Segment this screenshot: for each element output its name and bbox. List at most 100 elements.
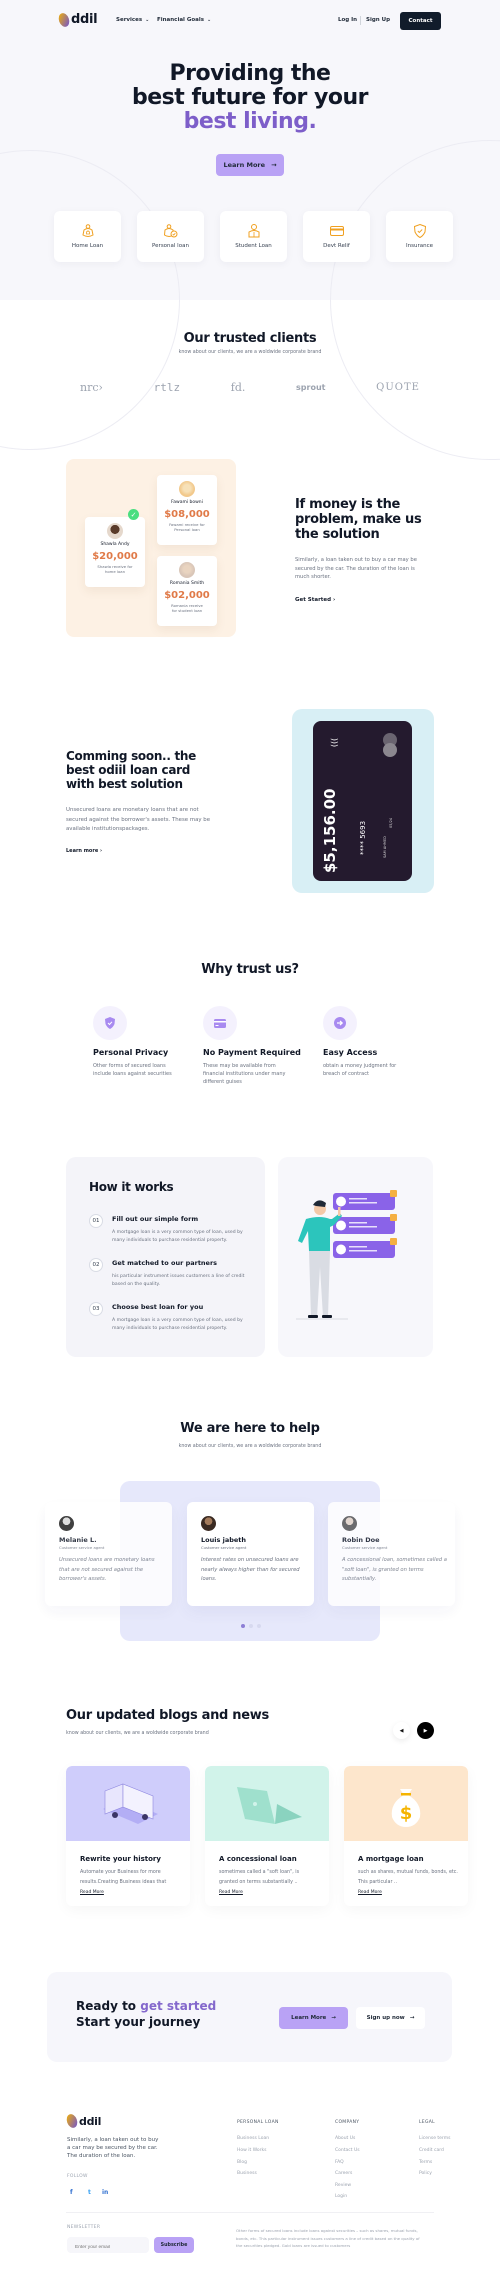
carousel-dot[interactable] xyxy=(257,1624,261,1628)
service-label: Home Loan xyxy=(71,243,104,249)
recipient-desc: Fawami receive for Personal loan xyxy=(169,522,205,532)
signup-label: Sign Up xyxy=(366,17,391,23)
footer-link[interactable]: About Us xyxy=(335,2136,355,2141)
hero-section: ddil Services ⌄ Financial Goals ⌄ Log In S… xyxy=(0,0,500,460)
service-card-personal-loan[interactable]: Personal loan xyxy=(137,211,204,262)
money-title-line3: the solution xyxy=(295,527,380,542)
learn-more-link[interactable]: Learn more › xyxy=(66,848,102,854)
decorative-arc xyxy=(0,150,180,450)
logo[interactable]: ddil xyxy=(56,11,98,28)
cta-signup-button[interactable]: Sign up now → xyxy=(356,2007,425,2029)
hero-title-line2: best future for your xyxy=(132,85,368,110)
client-logo-quote: QUOTE xyxy=(376,382,420,393)
twitter-icon[interactable]: t xyxy=(88,2189,91,2196)
service-card-debt-relief[interactable]: Devt Relif xyxy=(303,211,370,262)
card-title-line1: Comming soon.. the xyxy=(66,749,196,763)
footer-link[interactable]: Review xyxy=(335,2183,351,2188)
contact-button[interactable]: Contact xyxy=(400,12,441,30)
footer-link[interactable]: Contact Us xyxy=(335,2148,360,2153)
footer-link[interactable]: Business xyxy=(237,2171,257,2176)
subscribe-button[interactable]: Subscribe xyxy=(154,2237,194,2253)
step-desc: A mortgage loan is a very common type of… xyxy=(112,1318,243,1331)
step-title: Get matched to our partners xyxy=(112,1259,218,1267)
agent-card[interactable]: Melanie L. Customer service agent Unsecu… xyxy=(45,1502,172,1606)
blog-prev-button[interactable]: ◀ xyxy=(393,1722,410,1739)
agent-card[interactable]: Robin Doe Customer service agent A conce… xyxy=(328,1502,455,1606)
nav-divider xyxy=(360,16,361,25)
recipient-card: Fawami bowni $08,000 Fawami receive for … xyxy=(157,475,217,545)
help-title: We are here to help xyxy=(180,1421,320,1436)
nav-services[interactable]: Services ⌄ xyxy=(116,17,149,23)
step-number: 01 xyxy=(89,1214,103,1228)
client-logo-rtlz: rtlz xyxy=(153,381,181,394)
blog-card[interactable]: A concessional loan sometimes called a "… xyxy=(205,1766,329,1906)
get-started-link[interactable]: Get Started › xyxy=(295,597,335,603)
footer-link[interactable]: Careers xyxy=(335,2171,352,2176)
agent-name: Louis jabeth xyxy=(201,1536,247,1544)
linkedin-icon[interactable]: in xyxy=(102,2189,108,2196)
service-card-home-loan[interactable]: Home Loan xyxy=(54,211,121,262)
carousel-dots xyxy=(241,1624,261,1628)
service-label: Personal loan xyxy=(152,243,189,249)
service-label: Insurance xyxy=(406,243,433,249)
read-more-link[interactable]: Read More xyxy=(358,1890,468,1895)
footer-link[interactable]: Login xyxy=(335,2194,347,2199)
agent-card[interactable]: Louis jabeth Customer service agent Inte… xyxy=(187,1502,314,1606)
read-more-link[interactable]: Read More xyxy=(219,1890,329,1895)
carousel-dot-active[interactable] xyxy=(241,1624,245,1628)
service-card-student-loan[interactable]: Student Loan xyxy=(220,211,287,262)
student-reading-icon xyxy=(247,224,261,238)
footer-link[interactable]: Policy xyxy=(419,2171,432,2176)
blog-card[interactable]: Rewrite your history Automate your Busin… xyxy=(66,1766,190,1906)
why-item-title: No Payment Required xyxy=(203,1048,301,1057)
credit-card-icon xyxy=(214,1018,226,1028)
newsletter-email-input[interactable] xyxy=(67,2237,149,2253)
service-card-insurance[interactable]: Insurance xyxy=(386,211,453,262)
footer-link[interactable]: Credit card xyxy=(419,2148,444,2153)
page: ddil Services ⌄ Financial Goals ⌄ Log In S… xyxy=(0,0,500,2269)
facebook-icon[interactable]: f xyxy=(70,2189,73,2196)
check-icon: ✓ xyxy=(128,509,139,520)
footer-link[interactable]: How it Works xyxy=(237,2148,266,2153)
footer-column-title: LEGAL xyxy=(419,2120,435,2125)
recipient-desc: Shawla receive for home loan xyxy=(97,564,133,574)
footer-link[interactable]: FAQ xyxy=(335,2160,344,2165)
recipient-amount: $08,000 xyxy=(164,509,210,520)
cta-learn-more-button[interactable]: Learn More → xyxy=(279,2007,348,2029)
service-label: Student Loan xyxy=(235,243,272,249)
step-number: 02 xyxy=(89,1258,103,1272)
chevron-right-icon: ▶ xyxy=(423,1727,428,1734)
money-title-line1: If money is the xyxy=(295,497,401,512)
footer-link[interactable]: License terms xyxy=(419,2136,450,2141)
blog-card[interactable]: $ A mortgage loan such as shares, mutual… xyxy=(344,1766,468,1906)
recipient-name: Romania Smith xyxy=(169,581,205,586)
truck-illustration xyxy=(103,1783,158,1824)
cta-signup-label: Sign up now xyxy=(366,2015,405,2021)
agent-name: Robin Doe xyxy=(342,1536,380,1544)
footer-link[interactable]: Business Loan xyxy=(237,2136,269,2141)
shield-check-icon xyxy=(413,224,427,238)
arrow-right-icon: → xyxy=(409,2015,415,2021)
credit-card-icon xyxy=(329,224,344,238)
footer-link[interactable]: Blog xyxy=(237,2160,247,2165)
arrow-right-icon: → xyxy=(331,2015,336,2021)
nav-financial-goals[interactable]: Financial Goals ⌄ xyxy=(157,17,211,23)
blog-post-title: Rewrite your history xyxy=(80,1855,161,1863)
blog-next-button[interactable]: ▶ xyxy=(417,1722,434,1739)
privacy-icon-badge xyxy=(93,1006,127,1040)
carousel-dot[interactable] xyxy=(249,1624,253,1628)
learn-more-button[interactable]: Learn More → xyxy=(216,154,284,176)
blog-post-desc: Automate your Business for more results.… xyxy=(80,1870,167,1885)
footer-column-title: COMPANY xyxy=(335,2120,360,2125)
footer-logo[interactable]: ddil xyxy=(64,2112,101,2130)
agent-quote: Interest rates on unsecured loans are ne… xyxy=(201,1557,300,1582)
client-logo-fd: fd. xyxy=(230,381,246,394)
blog-post-title: A concessional loan xyxy=(219,1855,297,1863)
signup-link[interactable]: Sign Up xyxy=(366,17,390,23)
footer-link[interactable]: Terms xyxy=(419,2160,432,2165)
read-more-link[interactable]: Read More xyxy=(80,1890,190,1895)
card-title-line3: with best solution xyxy=(66,777,183,791)
login-link[interactable]: Log In xyxy=(338,17,357,23)
card-balance: $5,156.00 xyxy=(321,788,339,873)
step-desc: A mortgage loan is a very common type of… xyxy=(112,1230,243,1243)
